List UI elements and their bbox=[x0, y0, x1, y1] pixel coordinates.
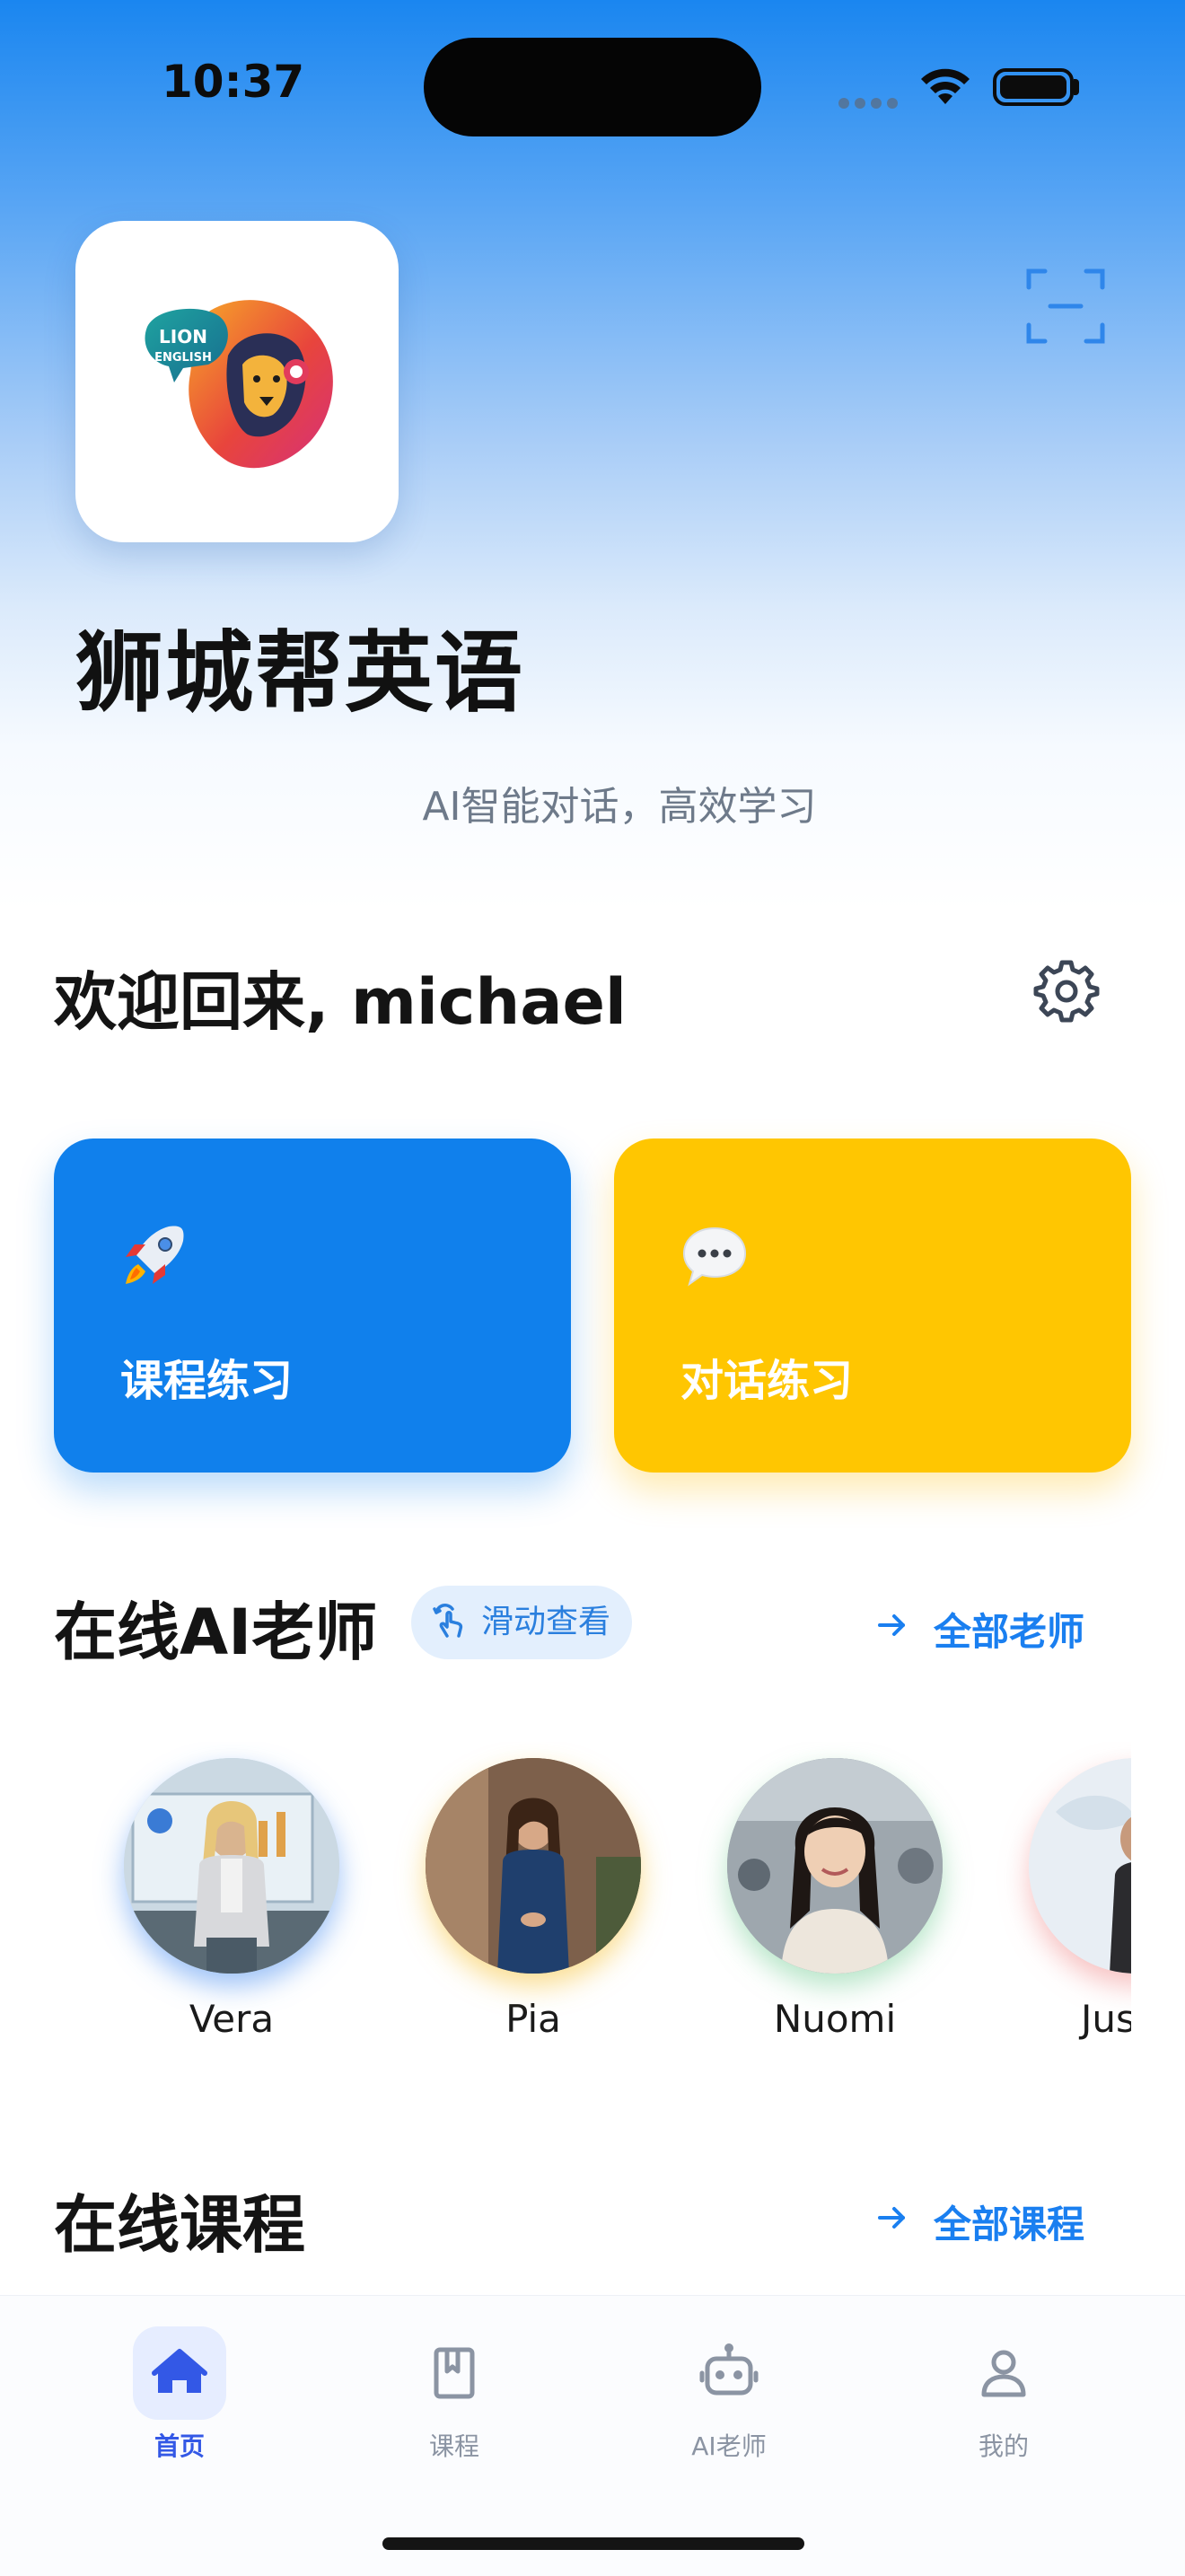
lion-logo-icon: LION ENGLISH bbox=[145, 300, 333, 469]
tab-profile[interactable]: 我的 bbox=[914, 2326, 1093, 2463]
all-teachers-label: 全部老师 bbox=[934, 1610, 1085, 1654]
battery-tip bbox=[1074, 79, 1079, 95]
robot-icon bbox=[699, 2343, 759, 2396]
teacher-name: Pia bbox=[505, 1997, 561, 2041]
bottom-tab-bar: 首页 课程 AI老师 我的 bbox=[0, 2295, 1185, 2576]
battery-icon bbox=[993, 68, 1074, 106]
courses-section-title: 在线课程 bbox=[54, 2188, 305, 2262]
dynamic-island bbox=[424, 38, 761, 136]
swipe-hint-text: 滑动查看 bbox=[481, 1604, 611, 1640]
speech-bubble-icon bbox=[682, 1226, 747, 1287]
teacher-name: Vera bbox=[189, 1997, 275, 2041]
teachers-section-title: 在线AI老师 bbox=[54, 1596, 378, 1669]
logo-text-english: ENGLISH bbox=[154, 351, 212, 365]
avatar bbox=[426, 1758, 641, 1974]
teacher-card-nuomi[interactable]: Nuomi bbox=[727, 1758, 943, 2041]
book-icon-wrap bbox=[408, 2326, 501, 2420]
swipe-hand-icon bbox=[433, 1604, 463, 1638]
app-title: 狮城帮英语 bbox=[75, 622, 525, 725]
course-practice-card[interactable]: 课程练习 bbox=[54, 1139, 571, 1473]
avatar bbox=[727, 1758, 943, 1974]
teacher-card-pia[interactable]: Pia bbox=[426, 1758, 641, 2041]
tab-label: AI老师 bbox=[691, 2431, 767, 2461]
swipe-hint-badge: 滑动查看 bbox=[411, 1586, 632, 1659]
avatar bbox=[124, 1758, 339, 1974]
user-icon-wrap bbox=[957, 2326, 1050, 2420]
course-practice-label: 课程练习 bbox=[120, 1356, 294, 1406]
teacher-card-jus[interactable]: Jus bbox=[1029, 1758, 1131, 2041]
arrow-right-icon bbox=[878, 2207, 905, 2229]
tab-label: 课程 bbox=[428, 2431, 479, 2461]
teacher-name: Jus bbox=[1081, 1997, 1131, 2041]
user-icon bbox=[981, 2350, 1026, 2397]
app-subtitle: AI智能对话，高效学习 bbox=[422, 784, 817, 830]
logo-text-lion: LION bbox=[159, 326, 207, 347]
book-icon bbox=[434, 2347, 475, 2399]
cellular-signal-icon bbox=[838, 95, 903, 112]
home-icon-wrap bbox=[133, 2326, 226, 2420]
home-indicator[interactable] bbox=[382, 2537, 804, 2550]
scan-icon[interactable] bbox=[1025, 266, 1106, 347]
conversation-practice-label: 对话练习 bbox=[680, 1356, 854, 1406]
arrow-right-icon bbox=[878, 1614, 905, 1636]
teacher-name: Nuomi bbox=[773, 1997, 897, 2041]
tab-ai-teacher[interactable]: AI老师 bbox=[639, 2326, 819, 2463]
wifi-icon bbox=[921, 68, 970, 104]
tab-label: 我的 bbox=[978, 2431, 1029, 2461]
tab-label: 首页 bbox=[154, 2431, 205, 2461]
home-icon bbox=[152, 2349, 207, 2393]
conversation-practice-card[interactable]: 对话练习 bbox=[614, 1139, 1131, 1473]
avatar bbox=[1029, 1758, 1131, 1974]
robot-icon-wrap bbox=[682, 2326, 776, 2420]
app-logo: LION ENGLISH bbox=[75, 221, 399, 542]
rocket-icon bbox=[126, 1226, 184, 1284]
tab-home[interactable]: 首页 bbox=[90, 2326, 269, 2463]
status-time: 10:37 bbox=[162, 56, 305, 108]
tab-courses[interactable]: 课程 bbox=[364, 2326, 544, 2463]
all-courses-label: 全部课程 bbox=[934, 2202, 1085, 2246]
welcome-message: 欢迎回来, michael bbox=[54, 965, 627, 1039]
teacher-card-vera[interactable]: Vera bbox=[124, 1758, 339, 2041]
teachers-carousel[interactable]: Vera Pia Nuomi Jus bbox=[0, 1742, 1131, 2047]
gear-icon[interactable] bbox=[1032, 955, 1101, 1024]
